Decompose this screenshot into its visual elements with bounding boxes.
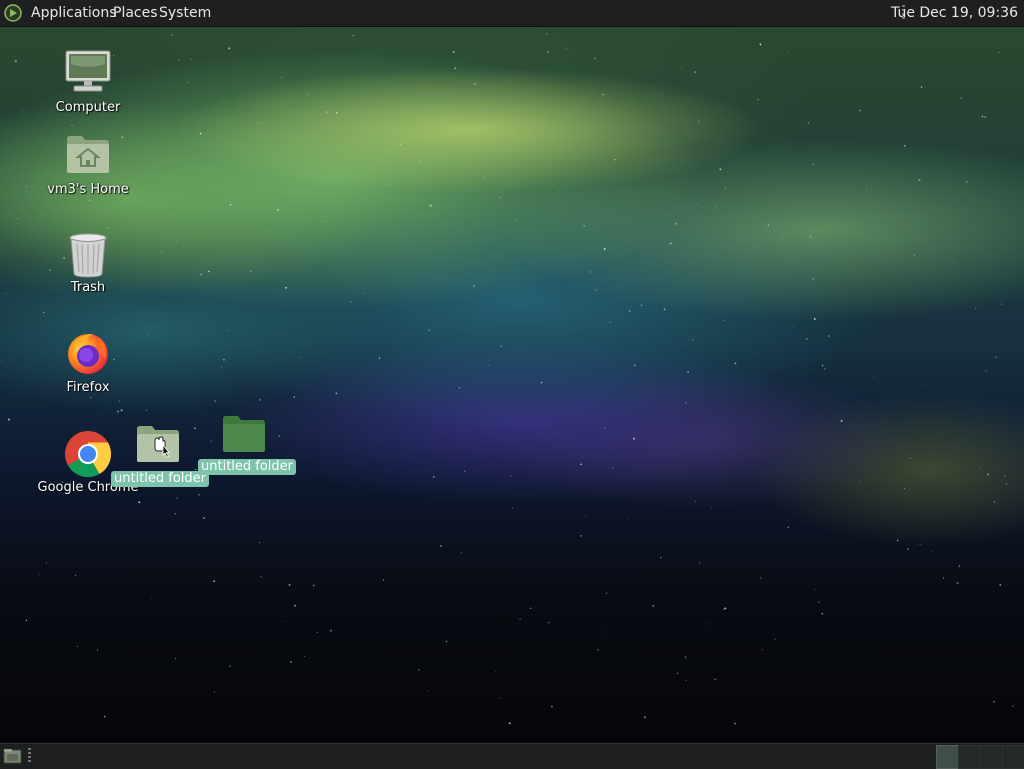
menu-applications[interactable]: Applications bbox=[31, 4, 117, 22]
workspace-3[interactable] bbox=[980, 745, 1003, 769]
bottom-panel bbox=[0, 743, 1024, 769]
desktop-icon-label: untitled folder bbox=[198, 459, 297, 475]
top-panel: Applications Places System Tue Dec 19, 0… bbox=[0, 0, 1024, 27]
workspace-2[interactable] bbox=[958, 745, 981, 769]
desktop-icon-firefox[interactable]: Firefox bbox=[40, 328, 136, 398]
home-folder-icon bbox=[67, 136, 109, 173]
computer-icon bbox=[65, 50, 111, 92]
folder-icon bbox=[223, 416, 265, 452]
trash-icon bbox=[69, 233, 107, 278]
workspace-1[interactable] bbox=[936, 745, 959, 769]
menu-system[interactable]: System bbox=[159, 4, 211, 22]
panel-handle[interactable] bbox=[28, 748, 31, 764]
desktop-icon-label: Trash bbox=[70, 280, 106, 295]
desktop-icon-label: Firefox bbox=[66, 380, 110, 395]
firefox-icon bbox=[68, 334, 108, 374]
mate-logo-icon[interactable] bbox=[4, 4, 22, 22]
menu-places[interactable]: Places bbox=[113, 4, 158, 22]
wallpaper-stars bbox=[1, 32, 1014, 725]
desktop-icon-untitled-folder-2[interactable]: untitled folder bbox=[195, 414, 297, 478]
desktop-icon-label: vm3's Home bbox=[47, 182, 129, 197]
workspace-4[interactable] bbox=[1002, 745, 1024, 769]
desktop-icon-untitled-folder-1[interactable]: untitled folder bbox=[108, 424, 210, 488]
desktop-icon-computer[interactable]: Computer bbox=[40, 48, 136, 118]
chrome-icon bbox=[65, 431, 111, 477]
folder-icon bbox=[137, 426, 179, 462]
desktop-icon-label: Computer bbox=[55, 100, 121, 115]
desktop-icon-home[interactable]: vm3's Home bbox=[40, 130, 136, 200]
desktop-icon-trash[interactable]: Trash bbox=[40, 230, 136, 300]
show-desktop-icon[interactable] bbox=[3, 747, 22, 765]
clock[interactable]: Tue Dec 19, 09:36 bbox=[891, 4, 1018, 22]
